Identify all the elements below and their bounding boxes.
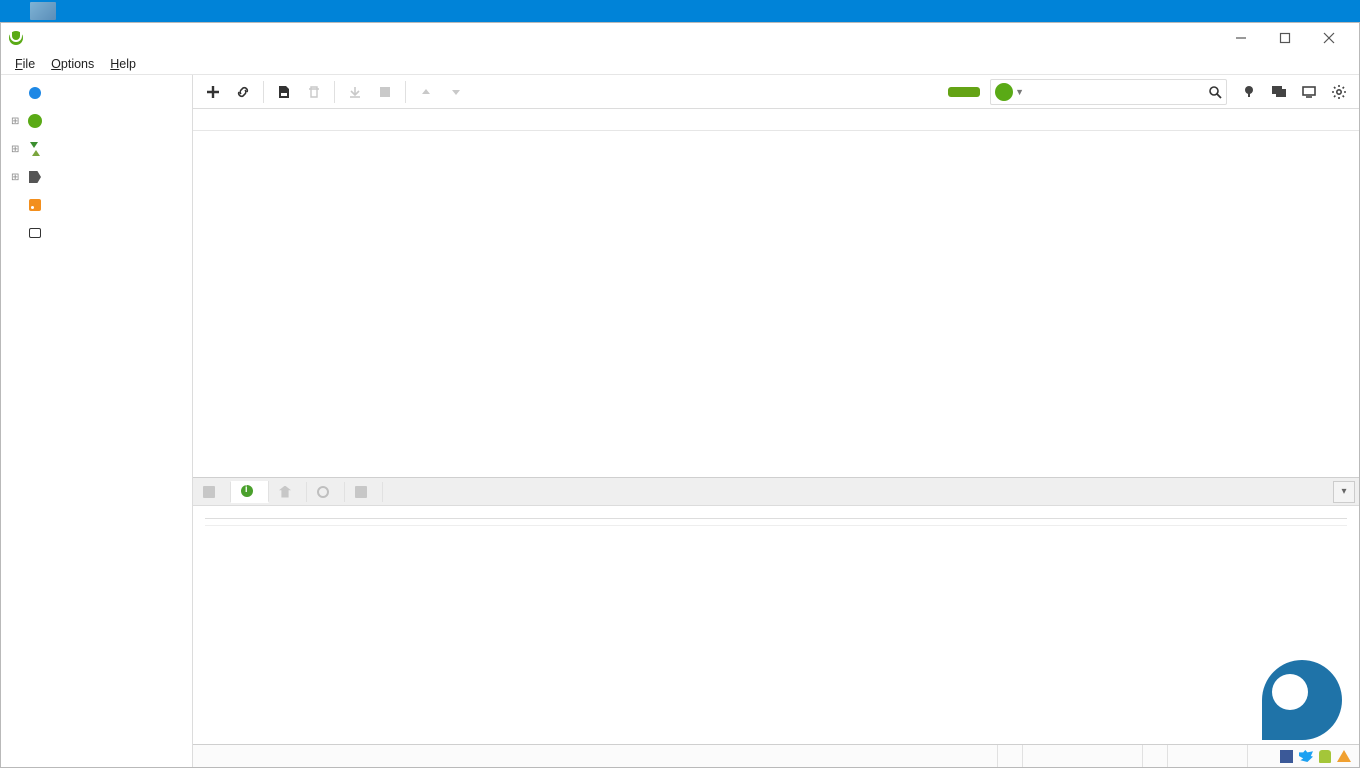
- trackers-icon: [317, 486, 329, 498]
- detail-tabs: ▾: [193, 478, 1359, 506]
- facebook-icon[interactable]: [1280, 750, 1293, 763]
- upgrade-button[interactable]: [948, 87, 980, 97]
- expand-icon[interactable]: ⊞: [11, 172, 21, 183]
- search-provider-icon[interactable]: [995, 83, 1013, 101]
- menubar: File Options Help: [1, 53, 1359, 75]
- tab-info[interactable]: [231, 481, 269, 503]
- menu-help[interactable]: Help: [102, 55, 144, 73]
- app-logo-icon: [9, 31, 23, 45]
- expand-icon[interactable]: ⊞: [11, 144, 21, 155]
- android-icon[interactable]: [1319, 750, 1331, 763]
- status-download[interactable]: [1142, 745, 1167, 767]
- sidebar-item-labels[interactable]: ⊞: [1, 163, 192, 191]
- titlebar[interactable]: [1, 23, 1359, 53]
- status-upload[interactable]: [1247, 745, 1272, 767]
- minimize-button[interactable]: [1219, 24, 1263, 52]
- files-icon: [203, 486, 215, 498]
- stop-button[interactable]: [371, 78, 399, 106]
- add-torrent-button[interactable]: [199, 78, 227, 106]
- sidebar-item-now[interactable]: [1, 79, 192, 107]
- bundles-button[interactable]: [1235, 78, 1263, 106]
- search-input[interactable]: [1028, 85, 1208, 99]
- tab-files[interactable]: [193, 482, 231, 502]
- tab-speed[interactable]: [345, 482, 383, 502]
- remove-button[interactable]: [300, 78, 328, 106]
- column-headers[interactable]: [193, 109, 1359, 131]
- move-down-button[interactable]: [442, 78, 470, 106]
- add-url-button[interactable]: [229, 78, 257, 106]
- info-icon: [241, 485, 253, 497]
- tab-trackers[interactable]: [307, 482, 345, 502]
- speed-icon: [355, 486, 367, 498]
- app-window: File Options Help ⊞ ⊞ ⊞: [0, 22, 1360, 768]
- toolbar: ▼: [193, 75, 1359, 109]
- search-icon[interactable]: [1208, 85, 1222, 99]
- menu-options[interactable]: Options: [43, 55, 102, 73]
- chat-button[interactable]: [1265, 78, 1293, 106]
- collapse-detail-button[interactable]: ▾: [1333, 481, 1355, 503]
- desktop-shortcut-icon: [30, 2, 56, 20]
- detail-body: [193, 506, 1359, 744]
- utorrent-icon: [27, 113, 43, 129]
- sidebar: ⊞ ⊞ ⊞: [1, 75, 193, 767]
- torrent-list[interactable]: [193, 131, 1359, 477]
- status-dht[interactable]: [997, 745, 1022, 767]
- dropdown-icon[interactable]: ▼: [1015, 87, 1024, 97]
- remote-button[interactable]: [1295, 78, 1323, 106]
- rss-icon: [27, 197, 43, 213]
- start-button[interactable]: [341, 78, 369, 106]
- peers-icon: [279, 486, 291, 498]
- maximize-button[interactable]: [1263, 24, 1307, 52]
- menu-file[interactable]: File: [7, 55, 43, 73]
- sidebar-item-feeds[interactable]: [1, 191, 192, 219]
- sidebar-item-upgrade[interactable]: ⊞: [1, 107, 192, 135]
- now-icon: [27, 85, 43, 101]
- torrents-icon: [27, 141, 43, 157]
- search-box[interactable]: ▼: [990, 79, 1227, 105]
- transfer-header: [205, 518, 1347, 526]
- main-panel: ▼: [193, 75, 1359, 767]
- move-up-button[interactable]: [412, 78, 440, 106]
- expand-icon[interactable]: ⊞: [11, 116, 21, 127]
- create-torrent-button[interactable]: [270, 78, 298, 106]
- close-button[interactable]: [1307, 24, 1351, 52]
- twitter-icon[interactable]: [1299, 750, 1313, 762]
- device-icon: [27, 225, 43, 241]
- statusbar: [193, 744, 1359, 767]
- sidebar-item-torrents[interactable]: ⊞: [1, 135, 192, 163]
- label-icon: [27, 169, 43, 185]
- settings-button[interactable]: [1325, 78, 1353, 106]
- warning-icon[interactable]: [1337, 750, 1351, 762]
- sidebar-item-devices[interactable]: [1, 219, 192, 247]
- detail-panel: ▾: [193, 477, 1359, 744]
- tab-peers[interactable]: [269, 482, 307, 502]
